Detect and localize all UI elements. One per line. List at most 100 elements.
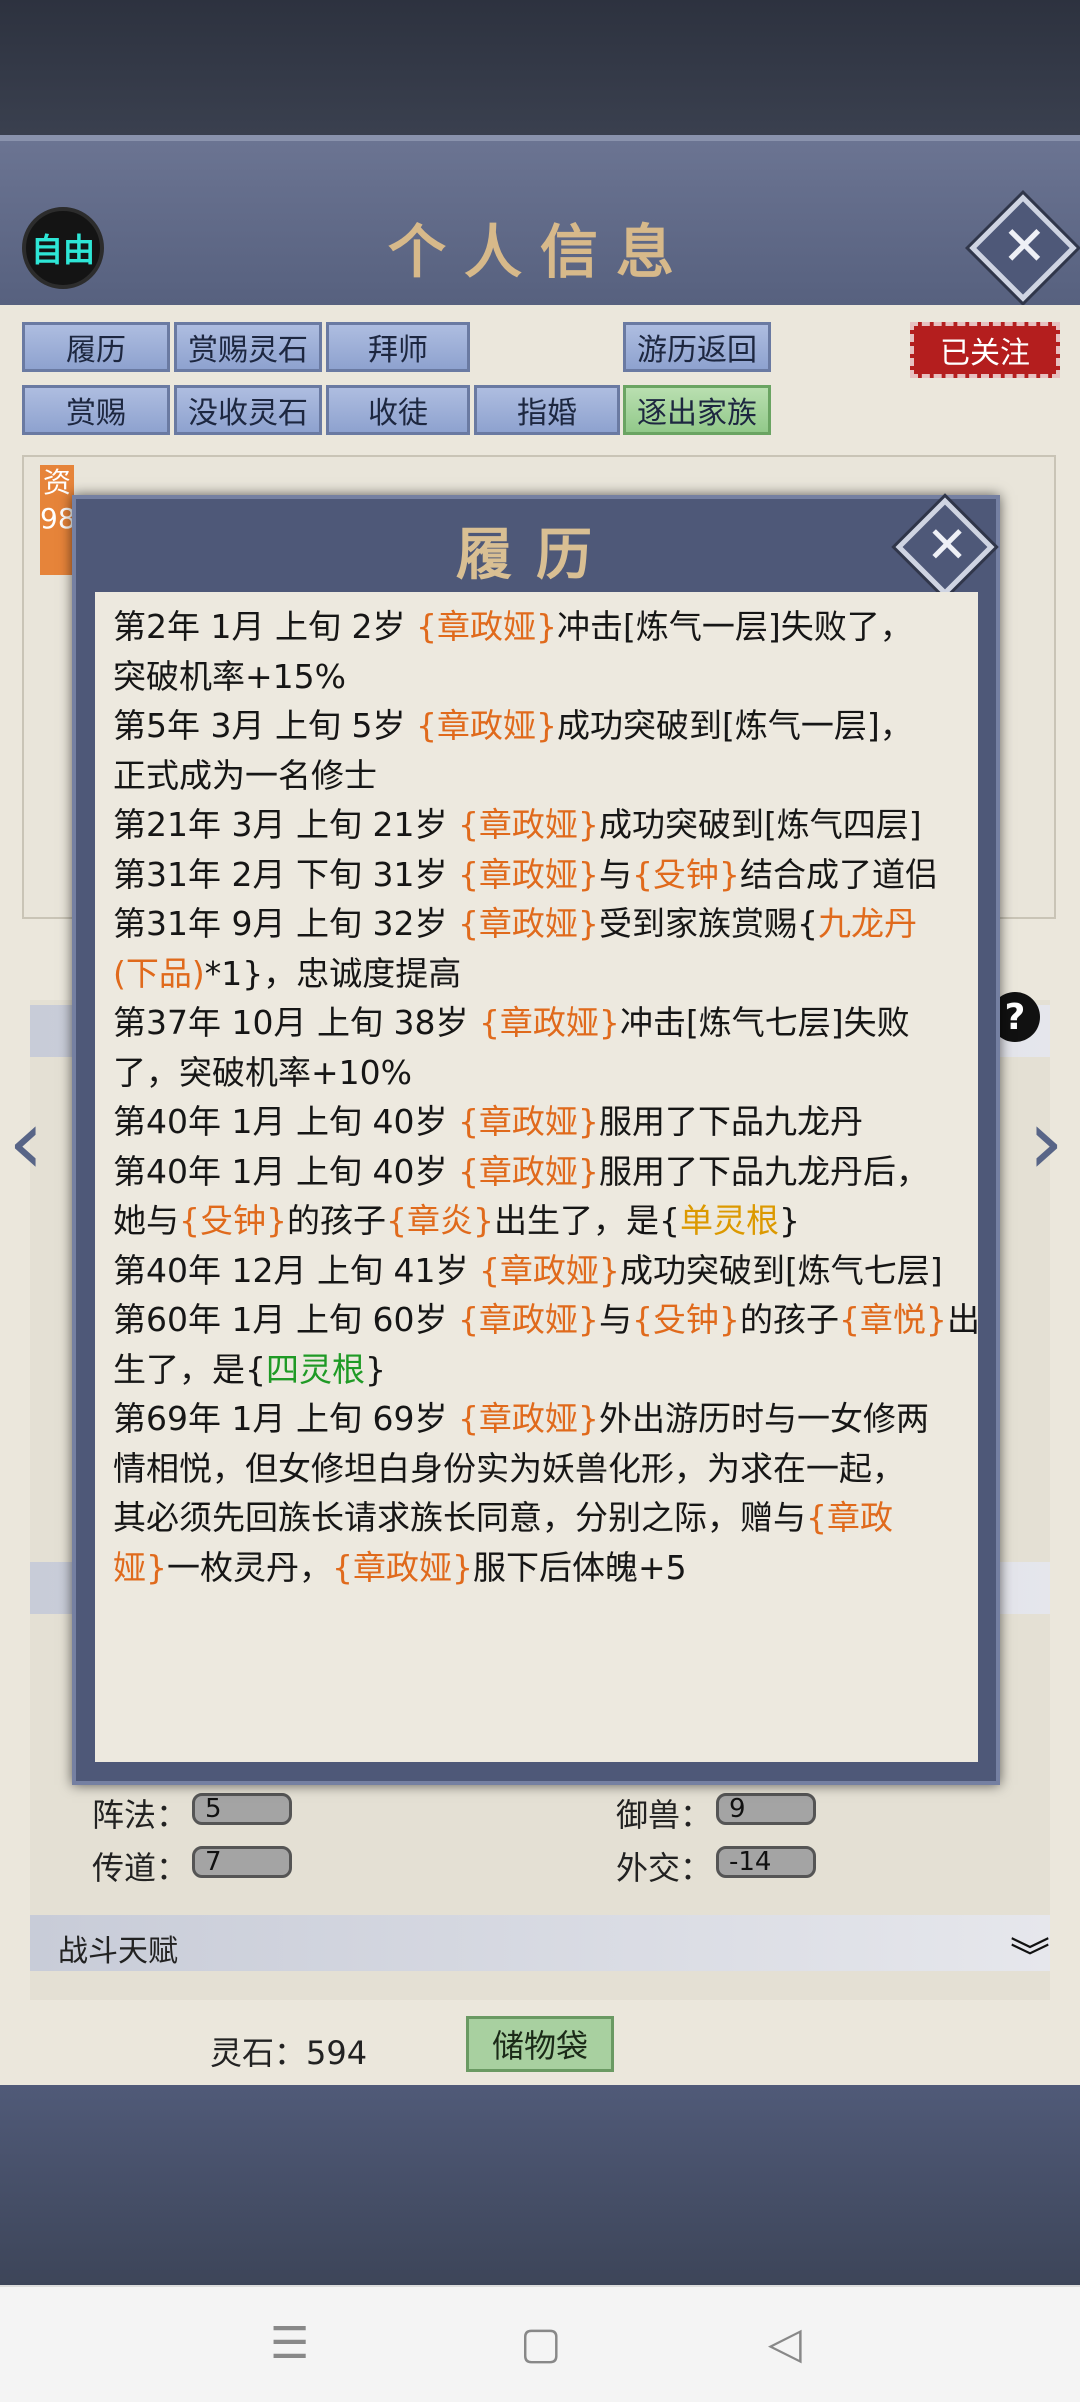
log-highlight: {章政娅} xyxy=(478,1003,620,1042)
log-text: 与 xyxy=(598,854,632,894)
log-line: 她与{殳钟}的孩子{章炎}出生了，是{单灵根} xyxy=(113,1196,960,1246)
storage-bag-button[interactable]: 储物袋 xyxy=(466,2016,614,2072)
stat-value-diplomacy: -14 xyxy=(716,1846,816,1878)
log-text: 了，突破机率+10% xyxy=(113,1052,412,1092)
header-close-button[interactable]: ✕ xyxy=(969,194,1077,302)
log-text: 成功突破到[炼气七层] xyxy=(619,1250,943,1290)
log-line: 第69年 1月 上旬 69岁 {章政娅}外出游历时与一女修两 xyxy=(113,1394,960,1444)
log-line: 第40年 1月 上旬 40岁 {章政娅}服用了下品九龙丹 xyxy=(113,1097,960,1147)
take-master-button[interactable]: 拜师 xyxy=(326,322,470,372)
log-text: 第31年 2月 下旬 31岁 xyxy=(113,854,458,894)
log-text: 其必须先回族长请求族长同意，分别之际，赠与 xyxy=(113,1498,806,1537)
close-icon: ✕ xyxy=(926,515,969,574)
log-text: 第40年 12月 上旬 41岁 xyxy=(113,1250,479,1290)
log-text: 情相悦，但女修坦白身份实为妖兽化形，为求在一起， xyxy=(113,1448,905,1488)
log-highlight: {章政娅} xyxy=(457,904,599,943)
spirit-stones-count: 灵石：594 xyxy=(210,2034,368,2072)
log-text: 成功突破到[炼气四层] xyxy=(598,805,922,844)
log-text: 服用了下品九龙丹后， xyxy=(598,1151,929,1191)
log-text: 冲击[炼气七层]失败 xyxy=(619,1003,910,1042)
stat-label-formation: 阵法： xyxy=(92,1796,189,1834)
chevron-down-icon[interactable]: ︾ xyxy=(1010,1925,1050,1983)
return-from-travel-button[interactable]: 游历返回 xyxy=(623,322,771,372)
log-text: 第40年 1月 上旬 40岁 xyxy=(113,1102,458,1141)
diamond-frame-icon: ✕ xyxy=(895,497,995,597)
log-line: 第60年 1月 上旬 60岁 {章政娅}与{殳钟}的孩子{章悦}出 xyxy=(113,1295,980,1345)
log-highlight: {章政娅} xyxy=(457,805,599,844)
log-line: 第37年 10月 上旬 38岁 {章政娅}冲击[炼气七层]失败 xyxy=(113,998,960,1048)
stat-value-beast-taming: 9 xyxy=(716,1793,816,1825)
log-text: 第31年 9月 上旬 32岁 xyxy=(113,904,458,943)
log-line: 第40年 12月 上旬 41岁 {章政娅}成功突破到[炼气七层] xyxy=(113,1246,960,1296)
log-text: 结合成了道侣 xyxy=(739,854,938,894)
followed-badge[interactable]: 已关注 xyxy=(910,322,1060,378)
prev-arrow-icon[interactable]: ‹ xyxy=(8,1090,44,1195)
combat-talent-bar[interactable] xyxy=(30,1915,1050,1971)
stat-label-diplomacy: 外交： xyxy=(616,1849,713,1887)
log-text: 正式成为一名修士 xyxy=(113,755,377,795)
log-highlight: {章政娅} xyxy=(457,854,599,894)
log-line: 第40年 1月 上旬 40岁 {章政娅}服用了下品九龙丹后， xyxy=(113,1147,960,1197)
log-text: 第40年 1月 上旬 40岁 xyxy=(113,1151,458,1191)
top-status-area xyxy=(0,0,1080,135)
take-disciple-button[interactable]: 收徒 xyxy=(326,385,470,435)
log-highlight: {章政 xyxy=(806,1498,893,1537)
log-text: 出生了，是{ xyxy=(494,1201,680,1240)
log-highlight: {殳钟} xyxy=(631,854,740,894)
expel-from-clan-button[interactable]: 逐出家族 xyxy=(623,385,771,435)
log-line: 第31年 2月 下旬 31岁 {章政娅}与{殳钟}结合成了道侣 xyxy=(113,850,960,900)
log-text: 一枚灵丹， xyxy=(167,1547,332,1587)
modal-title: 履历 xyxy=(456,522,616,588)
log-text: 出 xyxy=(946,1300,980,1339)
log-text: 与 xyxy=(598,1300,632,1339)
arrange-marriage-button[interactable]: 指婚 xyxy=(474,385,620,435)
log-highlight: {章政娅} xyxy=(415,706,557,745)
stat-value-preaching: 7 xyxy=(192,1846,292,1878)
reward-stones-button[interactable]: 赏赐灵石 xyxy=(174,322,322,372)
log-text: 冲击[炼气一层]失败了， xyxy=(556,607,913,646)
menu-icon[interactable]: ☰ xyxy=(270,2318,309,2369)
log-text: 外出游历时与一女修两 xyxy=(598,1399,929,1438)
log-text: 的孩子 xyxy=(739,1300,839,1339)
stat-value-formation: 5 xyxy=(192,1793,292,1825)
log-highlight: {章政娅} xyxy=(332,1547,473,1587)
log-text: 生了，是{ xyxy=(113,1349,266,1389)
modal-close-button[interactable]: ✕ xyxy=(895,497,995,597)
log-text: 她与 xyxy=(113,1201,179,1240)
log-line: 正式成为一名修士 xyxy=(113,751,960,801)
confiscate-stones-button[interactable]: 没收灵石 xyxy=(174,385,322,435)
log-text: 突破机率+15% xyxy=(113,656,346,696)
stat-label-preaching: 传道： xyxy=(92,1849,189,1887)
home-icon[interactable]: ▢ xyxy=(520,2318,562,2369)
log-line: 其必须先回族长请求族长同意，分别之际，赠与{章政 xyxy=(113,1493,960,1543)
log-text: 第5年 3月 上旬 5岁 xyxy=(113,706,416,745)
log-line: 第31年 9月 上旬 32岁 {章政娅}受到家族赏赐{九龙丹 xyxy=(113,899,960,949)
log-highlight: {章炎} xyxy=(386,1201,494,1240)
stat-label-beast-taming: 御兽： xyxy=(616,1796,713,1834)
log-text: } xyxy=(365,1349,386,1389)
log-highlight: {殳钟} xyxy=(631,1300,740,1339)
log-highlight: (下品) xyxy=(113,953,205,993)
log-highlight: {章政娅} xyxy=(457,1102,599,1141)
reward-button[interactable]: 赏赐 xyxy=(22,385,170,435)
log-text: *1}，忠诚度提高 xyxy=(204,953,462,993)
log-highlight: 九龙丹 xyxy=(817,904,917,943)
combat-talent-label: 战斗天赋 xyxy=(58,1934,178,1969)
next-arrow-icon[interactable]: › xyxy=(1028,1090,1064,1195)
log-text: 第69年 1月 上旬 69岁 xyxy=(113,1399,458,1438)
log-text: 第2年 1月 上旬 2岁 xyxy=(113,607,416,646)
log-line: 第5年 3月 上旬 5岁 {章政娅}成功突破到[炼气一层]， xyxy=(113,701,960,751)
log-line: 了，突破机率+10% xyxy=(113,1048,960,1098)
close-icon: ✕ xyxy=(1001,214,1048,278)
log-highlight: {章悦} xyxy=(838,1300,947,1339)
log-line: 生了，是{四灵根} xyxy=(113,1345,960,1395)
log-text: 成功突破到[炼气一层]， xyxy=(556,706,913,745)
log-highlight: {章政娅} xyxy=(457,1300,599,1339)
log-text: 服下后体魄+5 xyxy=(473,1547,687,1587)
lower-band xyxy=(0,2085,1080,2285)
back-icon[interactable]: ◁ xyxy=(768,2318,802,2369)
log-highlight: {章政娅} xyxy=(478,1250,620,1290)
resume-button[interactable]: 履历 xyxy=(22,322,170,372)
log-line: 第21年 3月 上旬 21岁 {章政娅}成功突破到[炼气四层] xyxy=(113,800,960,850)
log-line: 第2年 1月 上旬 2岁 {章政娅}冲击[炼气一层]失败了， xyxy=(113,602,960,652)
